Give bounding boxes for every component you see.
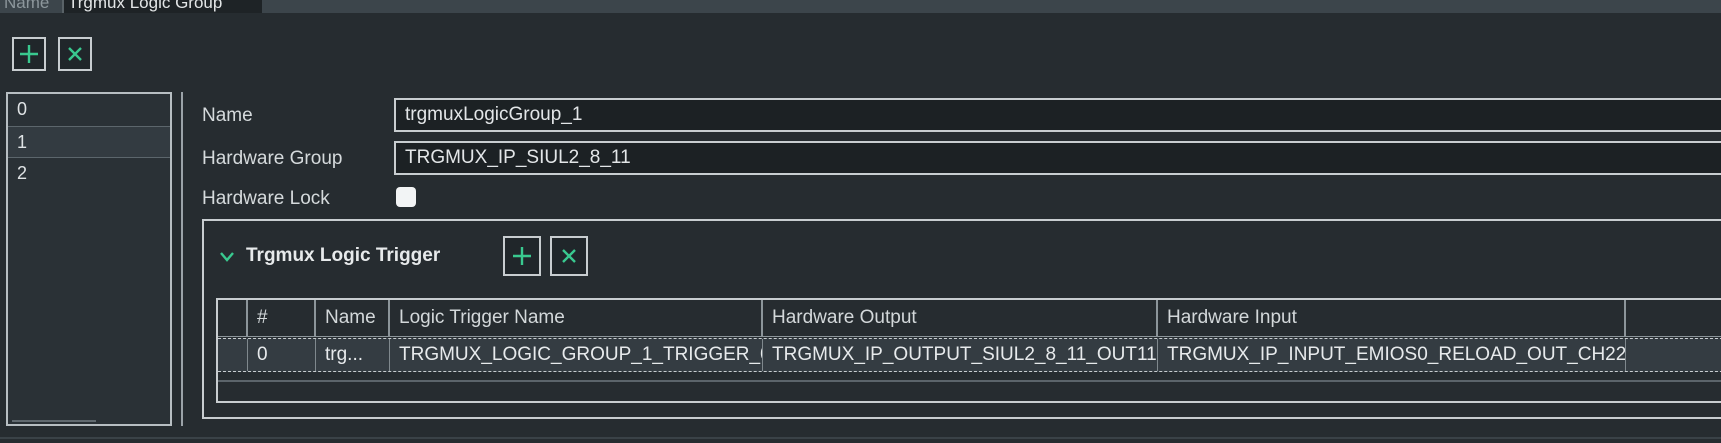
cell-hardware-output[interactable]: TRGMUX_IP_OUTPUT_SIUL2_8_11_OUT11	[763, 339, 1158, 371]
list-item-2[interactable]: 2	[8, 158, 170, 190]
bottom-divider	[0, 437, 1721, 439]
tab-trgmux-logic-group[interactable]: Trgmux Logic Group	[64, 0, 262, 13]
cell-logic-trigger-name[interactable]: TRGMUX_LOGIC_GROUP_1_TRIGGER_0	[390, 339, 763, 371]
hardware-group-field[interactable]: TRGMUX_IP_SIUL2_8_11	[394, 141, 1721, 175]
plus-icon	[513, 247, 531, 265]
group-index-list[interactable]: 0 1 2	[6, 92, 172, 426]
column-header-hardware-input[interactable]: Hardware Input	[1158, 300, 1626, 336]
header-divider	[218, 336, 1721, 337]
hardware-lock-checkbox[interactable]	[396, 187, 416, 207]
remove-trigger-button[interactable]	[550, 236, 588, 276]
column-header-index[interactable]: #	[248, 300, 316, 336]
table-horizontal-scrollbar[interactable]	[218, 380, 1721, 382]
table-row[interactable]: 0 trg... TRGMUX_LOGIC_GROUP_1_TRIGGER_0 …	[218, 338, 1721, 372]
row-select-cell[interactable]	[218, 339, 248, 371]
column-header-select[interactable]	[218, 300, 248, 336]
cell-hardware-input[interactable]: TRGMUX_IP_INPUT_EMIOS0_RELOAD_OUT_CH22	[1158, 339, 1626, 371]
remove-group-button[interactable]	[58, 37, 92, 71]
cell-index[interactable]: 0	[248, 339, 316, 371]
section-title: Trgmux Logic Trigger	[246, 245, 441, 266]
add-trigger-button[interactable]	[503, 236, 541, 276]
chevron-down-icon[interactable]	[219, 251, 235, 263]
close-icon	[562, 249, 576, 263]
add-group-button[interactable]	[12, 37, 46, 71]
list-item-1[interactable]: 1	[8, 126, 170, 158]
panel-divider[interactable]	[181, 92, 183, 426]
name-field[interactable]: trgmuxLogicGroup_1	[394, 98, 1721, 132]
tab-bar: Name Trgmux Logic Group	[0, 0, 1721, 13]
column-header-logic-trigger-name[interactable]: Logic Trigger Name	[390, 300, 763, 336]
hardware-lock-label: Hardware Lock	[202, 188, 330, 209]
hardware-group-label: Hardware Group	[202, 148, 343, 169]
name-label: Name	[202, 105, 253, 126]
logic-trigger-table: # Name Logic Trigger Name Hardware Outpu…	[216, 298, 1721, 403]
plus-icon	[20, 45, 38, 63]
list-item-0[interactable]: 0	[8, 94, 170, 126]
list-horizontal-scrollbar[interactable]	[12, 420, 96, 422]
column-header-name[interactable]: Name	[316, 300, 390, 336]
column-header-hardware-output[interactable]: Hardware Output	[763, 300, 1158, 336]
cell-name[interactable]: trg...	[316, 339, 390, 371]
close-icon	[68, 47, 82, 61]
tab-name[interactable]: Name	[0, 0, 53, 13]
